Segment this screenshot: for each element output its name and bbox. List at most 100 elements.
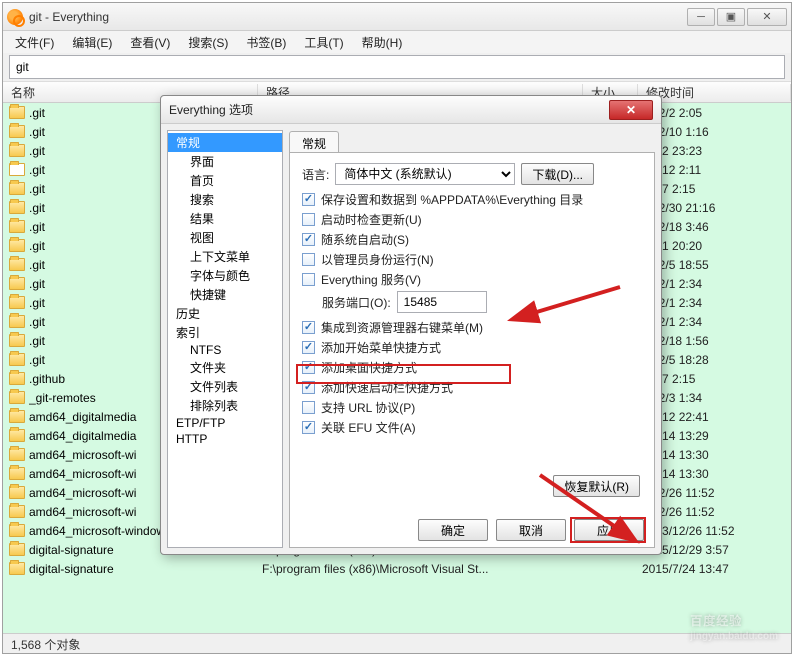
chk-desktop[interactable] xyxy=(302,361,315,374)
file-path: F:\program files (x86)\Microsoft Visual … xyxy=(262,562,587,576)
folder-icon xyxy=(9,144,25,157)
chk-quicklaunch[interactable] xyxy=(302,381,315,394)
tab-strip: 常规 xyxy=(289,130,655,152)
maximize-button[interactable]: ▣ xyxy=(717,8,745,26)
menu-bookmarks[interactable]: 书签(B) xyxy=(238,32,294,53)
options-panel: 常规 语言: 简体中文 (系统默认) 下载(D)... 保存设置和数据到 %AP… xyxy=(289,130,655,548)
tab-general[interactable]: 常规 xyxy=(289,131,339,153)
chk-url-label: 支持 URL 协议(P) xyxy=(321,399,415,416)
folder-icon xyxy=(9,524,25,537)
close-button[interactable]: ✕ xyxy=(747,8,787,26)
tree-shortcut[interactable]: 快捷键 xyxy=(168,285,282,304)
tree-results[interactable]: 结果 xyxy=(168,209,282,228)
tree-context[interactable]: 上下文菜单 xyxy=(168,247,282,266)
folder-icon xyxy=(9,353,25,366)
tree-index[interactable]: 索引 xyxy=(168,323,282,342)
options-tree[interactable]: 常规 界面 首页 搜索 结果 视图 上下文菜单 字体与颜色 快捷键 历史 索引 … xyxy=(167,130,283,548)
menubar: 文件(F) 编辑(E) 查看(V) 搜索(S) 书签(B) 工具(T) 帮助(H… xyxy=(3,31,791,53)
tree-filelist[interactable]: 文件列表 xyxy=(168,377,282,396)
chk-update[interactable] xyxy=(302,213,315,226)
folder-icon xyxy=(9,296,25,309)
folder-icon xyxy=(9,220,25,233)
tree-http[interactable]: HTTP xyxy=(168,431,282,447)
tree-general[interactable]: 常规 xyxy=(168,133,282,152)
folder-icon xyxy=(9,543,25,556)
language-label: 语言: xyxy=(302,166,329,183)
language-select[interactable]: 简体中文 (系统默认) xyxy=(335,163,515,185)
chk-efu[interactable] xyxy=(302,421,315,434)
chk-quicklaunch-label: 添加快速启动栏快捷方式 xyxy=(321,379,453,396)
folder-icon xyxy=(9,410,25,423)
folder-icon xyxy=(9,334,25,347)
folder-icon xyxy=(9,277,25,290)
menu-file[interactable]: 文件(F) xyxy=(7,32,62,53)
status-text: 1,568 个对象 xyxy=(11,638,80,652)
port-label: 服务端口(O): xyxy=(322,294,391,311)
chk-startmenu[interactable] xyxy=(302,341,315,354)
ok-button[interactable]: 确定 xyxy=(418,519,488,541)
folder-icon xyxy=(9,372,25,385)
folder-icon xyxy=(9,182,25,195)
tab-content: 语言: 简体中文 (系统默认) 下载(D)... 保存设置和数据到 %APPDA… xyxy=(289,152,655,548)
chk-admin[interactable] xyxy=(302,253,315,266)
folder-icon xyxy=(9,562,25,575)
dialog-close-button[interactable]: ✕ xyxy=(609,100,653,120)
folder-icon xyxy=(9,125,25,138)
port-input[interactable] xyxy=(397,291,487,313)
chk-service-label: Everything 服务(V) xyxy=(321,271,421,288)
chk-autostart-label: 随系统自启动(S) xyxy=(321,231,409,248)
folder-icon xyxy=(9,486,25,499)
tree-search[interactable]: 搜索 xyxy=(168,190,282,209)
chk-service[interactable] xyxy=(302,273,315,286)
tree-history[interactable]: 历史 xyxy=(168,304,282,323)
folder-icon xyxy=(9,391,25,404)
chk-appdata[interactable] xyxy=(302,193,315,206)
minimize-button[interactable]: ─ xyxy=(687,8,715,26)
titlebar: git - Everything ─ ▣ ✕ xyxy=(3,3,791,31)
window-controls: ─ ▣ ✕ xyxy=(687,8,787,26)
folder-icon xyxy=(9,429,25,442)
search-input[interactable] xyxy=(9,55,785,79)
menu-search[interactable]: 搜索(S) xyxy=(180,32,236,53)
chk-explorer[interactable] xyxy=(302,321,315,334)
tree-exclude[interactable]: 排除列表 xyxy=(168,396,282,415)
tree-ntfs[interactable]: NTFS xyxy=(168,342,282,358)
folder-icon xyxy=(9,448,25,461)
chk-efu-label: 关联 EFU 文件(A) xyxy=(321,419,416,436)
chk-admin-label: 以管理员身份运行(N) xyxy=(321,251,434,268)
folder-icon xyxy=(9,239,25,252)
menu-edit[interactable]: 编辑(E) xyxy=(64,32,120,53)
tree-ui[interactable]: 界面 xyxy=(168,152,282,171)
tree-fonts[interactable]: 字体与颜色 xyxy=(168,266,282,285)
dialog-titlebar: Everything 选项 ✕ xyxy=(161,96,661,124)
menu-view[interactable]: 查看(V) xyxy=(122,32,178,53)
file-date: 2015/7/24 13:47 xyxy=(642,562,729,576)
tree-folders[interactable]: 文件夹 xyxy=(168,358,282,377)
apply-button[interactable]: 应用 xyxy=(574,519,644,541)
folder-icon xyxy=(9,201,25,214)
chk-appdata-label: 保存设置和数据到 %APPDATA%\Everything 目录 xyxy=(321,191,583,208)
restore-defaults-button[interactable]: 恢复默认(R) xyxy=(553,475,640,497)
dialog-buttons: 确定 取消 应用 xyxy=(418,519,644,541)
menu-help[interactable]: 帮助(H) xyxy=(354,32,411,53)
tree-home[interactable]: 首页 xyxy=(168,171,282,190)
folder-icon xyxy=(9,505,25,518)
folder-icon xyxy=(9,163,25,176)
menu-tools[interactable]: 工具(T) xyxy=(296,32,351,53)
app-icon xyxy=(7,9,23,25)
tree-view[interactable]: 视图 xyxy=(168,228,282,247)
folder-icon xyxy=(9,315,25,328)
download-button[interactable]: 下载(D)... xyxy=(521,163,594,185)
statusbar: 1,568 个对象 xyxy=(3,633,791,653)
folder-icon xyxy=(9,258,25,271)
search-bar xyxy=(9,55,785,79)
watermark: 百度经验 jingyan.baidu.com xyxy=(690,608,778,642)
folder-icon xyxy=(9,467,25,480)
table-row[interactable]: digital-signatureF:\program files (x86)\… xyxy=(3,559,791,578)
tree-etpftp[interactable]: ETP/FTP xyxy=(168,415,282,431)
chk-explorer-label: 集成到资源管理器右键菜单(M) xyxy=(321,319,483,336)
chk-autostart[interactable] xyxy=(302,233,315,246)
chk-url[interactable] xyxy=(302,401,315,414)
options-dialog: Everything 选项 ✕ 常规 界面 首页 搜索 结果 视图 上下文菜单 … xyxy=(160,95,662,555)
cancel-button[interactable]: 取消 xyxy=(496,519,566,541)
